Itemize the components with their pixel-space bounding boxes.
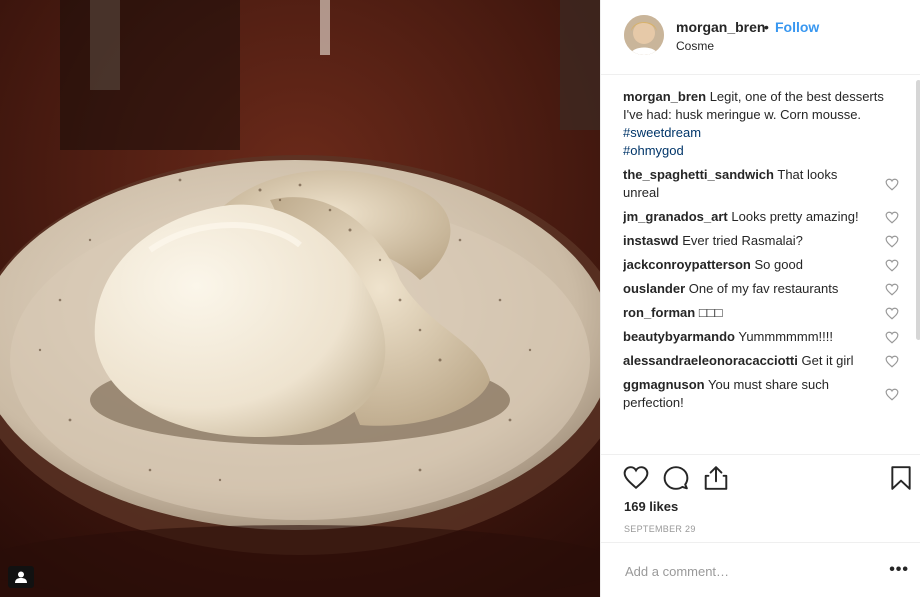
comment-text: Ever tried Rasmalai? <box>682 233 803 248</box>
like-comment-heart-icon[interactable] <box>885 211 899 224</box>
comment-item: jm_granados_art Looks pretty amazing! <box>623 208 903 226</box>
comment-text: So good <box>754 257 803 272</box>
comment-item: alessandraeleonoracacciotti Get it girl <box>623 352 903 370</box>
comment-text: □□□ <box>698 305 723 320</box>
location-link[interactable]: Cosme <box>676 39 714 53</box>
share-icon[interactable] <box>703 465 729 491</box>
comment-username[interactable]: jm_granados_art <box>623 209 728 224</box>
comment-item: instaswd Ever tried Rasmalai? <box>623 232 903 250</box>
comment-username[interactable]: instaswd <box>623 233 679 248</box>
add-comment-input[interactable] <box>623 557 877 585</box>
add-comment-section: ••• <box>601 542 920 598</box>
comment-username[interactable]: alessandraeleonoracacciotti <box>623 353 798 368</box>
header-separator: • <box>764 19 769 35</box>
hashtag-link[interactable]: #sweetdream <box>623 124 903 142</box>
post-date[interactable]: SEPTEMBER 29 <box>624 524 696 534</box>
likes-count[interactable]: 169 likes <box>624 499 678 514</box>
like-comment-heart-icon[interactable] <box>885 355 899 368</box>
comment-item: the_spaghetti_sandwich That looks unreal <box>623 166 903 202</box>
heart-icon[interactable] <box>623 465 649 491</box>
more-options-button[interactable]: ••• <box>889 561 909 579</box>
follow-button[interactable]: Follow <box>775 19 819 35</box>
comments-list[interactable]: morgan_bren Legit, one of the best desse… <box>623 88 903 454</box>
bookmark-icon[interactable] <box>888 465 914 491</box>
comment-text: Looks pretty amazing! <box>731 209 859 224</box>
like-comment-heart-icon[interactable] <box>885 331 899 344</box>
like-comment-heart-icon[interactable] <box>885 388 899 401</box>
user-tag-icon[interactable] <box>8 566 34 588</box>
comment-text: Get it girl <box>801 353 854 368</box>
comment-item: beautybyarmando Yummmmmm!!!! <box>623 328 903 346</box>
comment-icon[interactable] <box>663 465 689 491</box>
comment-item: ron_forman □□□ <box>623 304 903 322</box>
comment-text: Yummmmmm!!!! <box>738 329 833 344</box>
comment-username[interactable]: ouslander <box>623 281 685 296</box>
hashtag-link[interactable]: #ohmygod <box>623 142 903 160</box>
post-photo[interactable] <box>0 0 600 597</box>
comment-item: ouslander One of my fav restaurants <box>623 280 903 298</box>
comment-username[interactable]: beautybyarmando <box>623 329 735 344</box>
post-header: morgan_bren • Follow Cosme <box>601 0 920 75</box>
action-bar <box>601 454 920 499</box>
like-comment-heart-icon[interactable] <box>885 235 899 248</box>
avatar[interactable] <box>624 15 664 55</box>
caption: morgan_bren Legit, one of the best desse… <box>623 88 903 160</box>
caption-username[interactable]: morgan_bren <box>623 89 706 104</box>
comment-username[interactable]: ron_forman <box>623 305 695 320</box>
comment-username[interactable]: jackconroypatterson <box>623 257 751 272</box>
comment-item: ggmagnuson You must share such perfectio… <box>623 376 903 412</box>
comment-username[interactable]: ggmagnuson <box>623 377 705 392</box>
like-comment-heart-icon[interactable] <box>885 307 899 320</box>
comment-username[interactable]: the_spaghetti_sandwich <box>623 167 774 182</box>
like-comment-heart-icon[interactable] <box>885 178 899 191</box>
post-panel: morgan_bren • Follow Cosme morgan_bren L… <box>600 0 920 597</box>
comment-text: One of my fav restaurants <box>688 281 839 296</box>
like-comment-heart-icon[interactable] <box>885 259 899 272</box>
like-comment-heart-icon[interactable] <box>885 283 899 296</box>
dessert-image <box>0 0 600 597</box>
comments-scrollbar[interactable] <box>916 80 920 340</box>
header-username[interactable]: morgan_bren <box>676 19 765 35</box>
comment-item: jackconroypatterson So good <box>623 256 903 274</box>
